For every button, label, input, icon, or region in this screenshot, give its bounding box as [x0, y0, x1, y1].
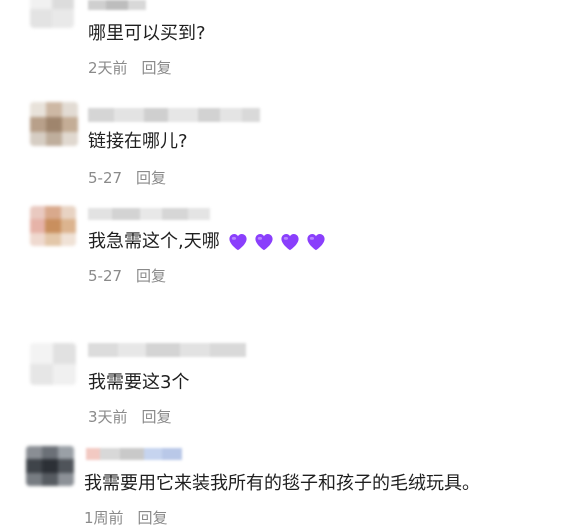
username-blurred[interactable]	[88, 343, 246, 357]
purple-heart-icon	[281, 233, 299, 251]
username-blurred[interactable]	[88, 108, 260, 122]
user-avatar[interactable]	[30, 206, 76, 246]
comment-time: 5-27	[88, 267, 123, 285]
comment-meta: 5-27 回复	[88, 168, 166, 188]
emoji-row	[222, 233, 326, 251]
comment-item: 我需要用它来装我所有的毯子和孩子的毛绒玩具。 1周前 回复	[0, 440, 582, 528]
purple-heart-icon	[307, 233, 325, 251]
comment-time: 2天前	[88, 59, 128, 77]
user-avatar[interactable]	[30, 102, 78, 146]
user-avatar[interactable]	[30, 0, 74, 28]
purple-heart-icon	[229, 233, 247, 251]
comment-time: 5-27	[88, 169, 123, 187]
reply-button[interactable]: 回复	[136, 267, 166, 285]
reply-button[interactable]: 回复	[138, 509, 168, 527]
comment-list: 哪里可以买到? 2天前 回复 链接在哪儿? 5-27 回复 我急需这个,天哪 5…	[0, 0, 582, 528]
reply-button[interactable]: 回复	[136, 169, 166, 187]
comment-item: 我需要这3个 3天前 回复	[0, 335, 582, 435]
comment-text: 我需要用它来装我所有的毯子和孩子的毛绒玩具。	[84, 473, 480, 494]
comment-time: 3天前	[88, 408, 128, 426]
username-blurred[interactable]	[88, 0, 146, 10]
user-avatar[interactable]	[30, 343, 76, 385]
username-blurred[interactable]	[88, 208, 210, 220]
comment-item: 我急需这个,天哪 5-27 回复	[0, 200, 582, 310]
comment-text: 我需要这3个	[88, 372, 190, 393]
comment-time: 1周前	[84, 509, 124, 527]
comment-meta: 2天前 回复	[88, 58, 172, 78]
comment-text: 我急需这个,天哪	[88, 230, 326, 254]
comment-text-body: 我急需这个,天哪	[88, 231, 220, 252]
purple-heart-icon	[255, 233, 273, 251]
comment-text: 链接在哪儿?	[88, 131, 188, 152]
user-avatar[interactable]	[26, 446, 74, 486]
reply-button[interactable]: 回复	[142, 408, 172, 426]
reply-button[interactable]: 回复	[142, 59, 172, 77]
comment-item: 链接在哪儿? 5-27 回复	[0, 90, 582, 195]
comment-text: 哪里可以买到?	[88, 23, 206, 44]
comment-meta: 1周前 回复	[84, 508, 168, 528]
comment-meta: 5-27 回复	[88, 266, 166, 286]
username-blurred[interactable]	[86, 448, 182, 460]
comment-item: 哪里可以买到? 2天前 回复	[0, 0, 582, 90]
comment-meta: 3天前 回复	[88, 407, 172, 427]
